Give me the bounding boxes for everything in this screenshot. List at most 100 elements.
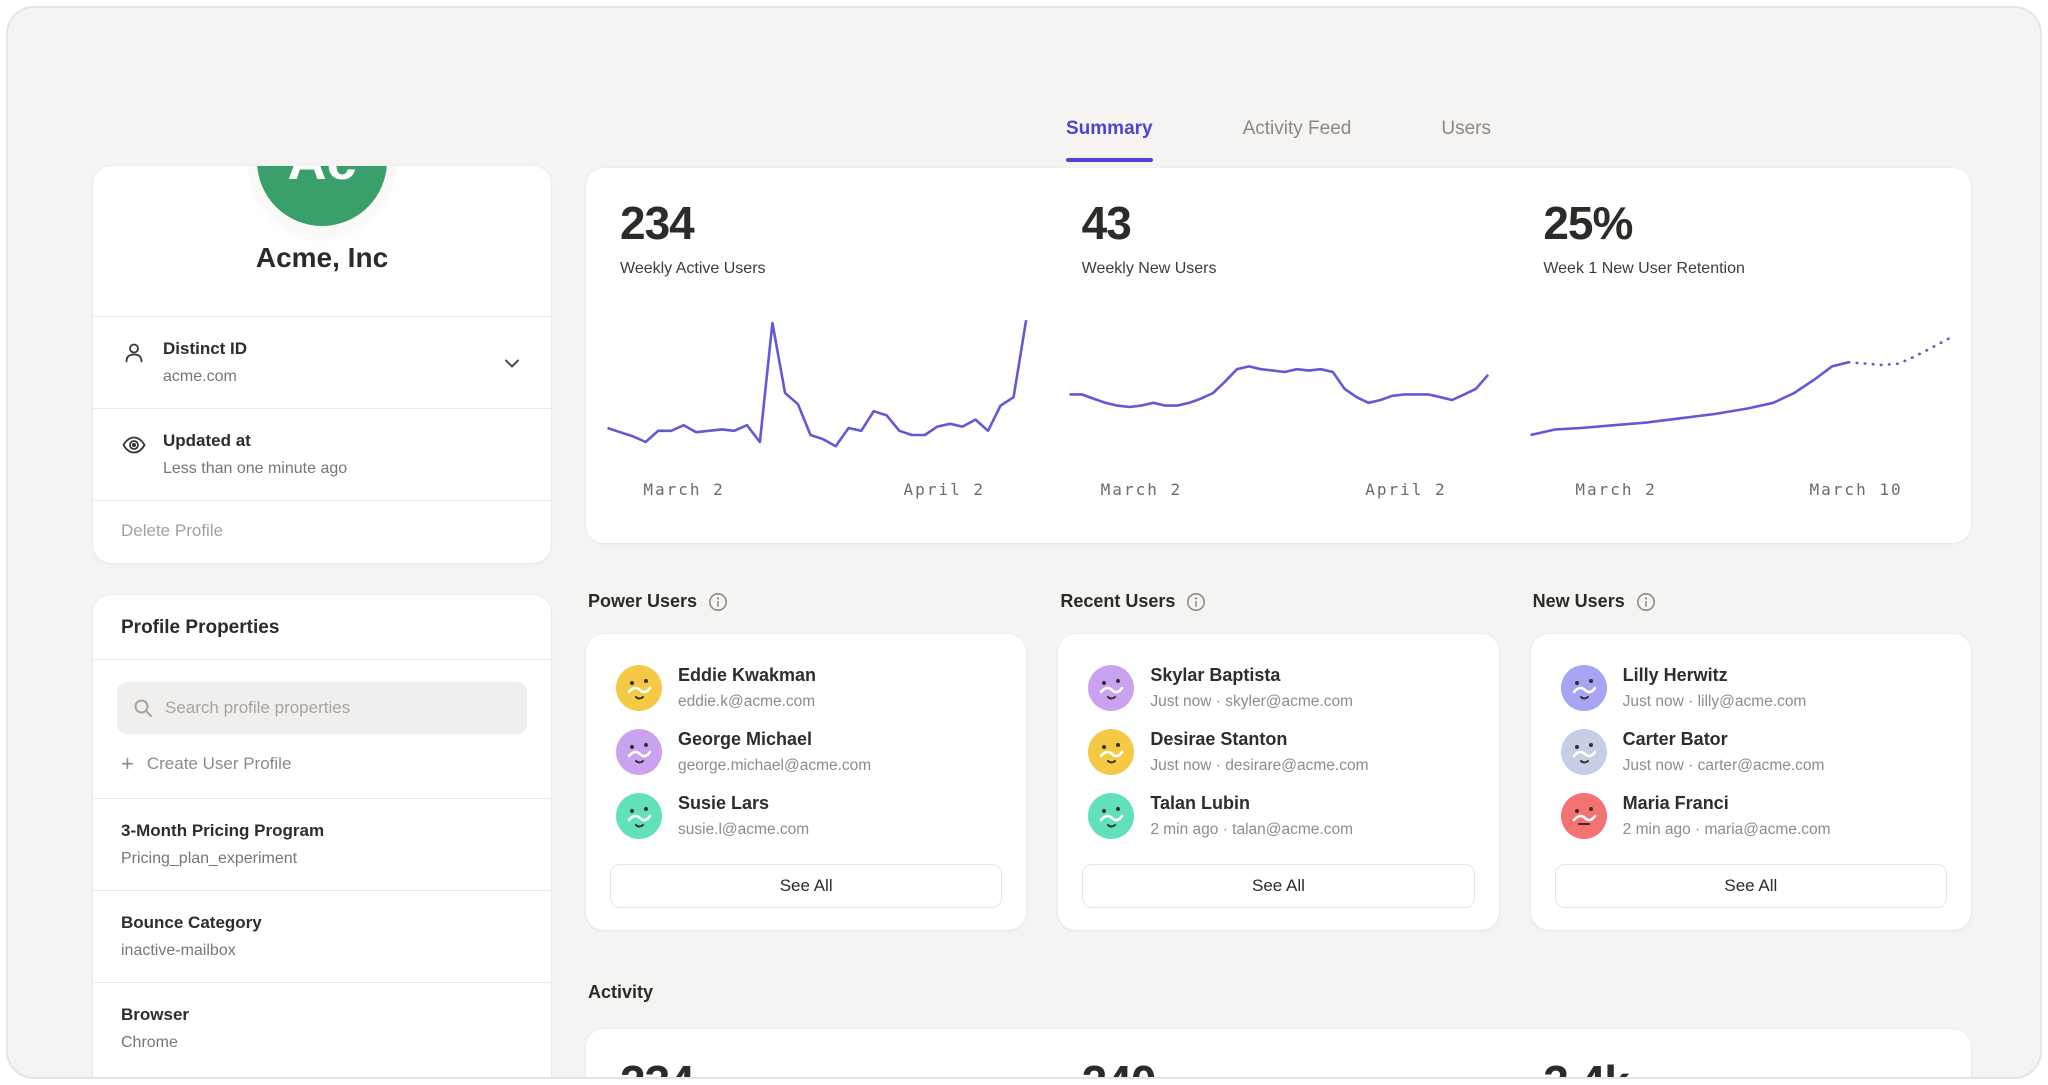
create-user-profile-button[interactable]: + Create User Profile (93, 734, 551, 798)
user-name: Skylar Baptista (1150, 665, 1353, 686)
user-detail: Just now · desirare@acme.com (1150, 757, 1368, 775)
user-row[interactable]: Maria Franci 2 min ago · maria@acme.com (1555, 784, 1947, 848)
tab-activity-feed[interactable]: Activity Feed (1243, 118, 1352, 168)
x-tick-label: April 2 (904, 480, 985, 499)
user-name: George Michael (678, 729, 871, 750)
info-icon[interactable] (708, 592, 728, 612)
user-row[interactable]: George Michael george.michael@acme.com (610, 720, 1002, 784)
stat-label: Weekly New Users (1082, 260, 1510, 278)
weekly-new-users-chart (1062, 306, 1496, 466)
user-detail: 2 min ago · talan@acme.com (1150, 821, 1353, 839)
tab-users[interactable]: Users (1441, 118, 1491, 168)
user-avatar (616, 665, 662, 711)
user-detail: 2 min ago · maria@acme.com (1623, 821, 1831, 839)
info-icon[interactable] (1636, 592, 1656, 612)
x-tick-label: March 2 (643, 480, 724, 499)
delete-profile-button[interactable]: Delete Profile (93, 501, 551, 563)
user-avatar (1561, 793, 1607, 839)
property-name: Bounce Category (121, 913, 523, 933)
profile-properties-title: Profile Properties (93, 595, 551, 659)
user-avatar (1088, 793, 1134, 839)
stat-value: 25% (1543, 200, 1971, 246)
user-avatar (1561, 665, 1607, 711)
user-name: Lilly Herwitz (1623, 665, 1807, 686)
eye-icon (121, 432, 147, 458)
property-value: inactive-mailbox (121, 942, 523, 960)
app-window: Ac Acme, Inc Distinct ID acme.com (6, 6, 2042, 1079)
user-avatar (1088, 665, 1134, 711)
updated-at-label: Updated at (163, 431, 523, 451)
x-tick-label: March 2 (1101, 480, 1182, 499)
property-row: Bounce Category inactive-mailbox (93, 891, 551, 982)
tab-bar: Summary Activity Feed Users (586, 118, 1971, 168)
activity-card: 234 240 3.4k (586, 1029, 1971, 1079)
person-icon (121, 340, 147, 366)
x-tick-label: March 2 (1575, 480, 1656, 499)
summary-card: 234 Weekly Active Users March 2 April 2 … (586, 168, 1971, 543)
stat-weekly-active-users: 234 Weekly Active Users March 2 April 2 (586, 168, 1048, 543)
updated-at-value: Less than one minute ago (163, 460, 523, 478)
updated-at-row: Updated at Less than one minute ago (93, 409, 551, 500)
user-name: Desirae Stanton (1150, 729, 1368, 750)
user-name: Susie Lars (678, 793, 809, 814)
user-row[interactable]: Desirae Stanton Just now · desirare@acme… (1082, 720, 1474, 784)
user-detail: Just now · carter@acme.com (1623, 757, 1825, 775)
active-tab-underline (1066, 158, 1153, 162)
new-users-column: New Users Lilly Herwitz Just now · lilly… (1531, 591, 1971, 930)
search-input[interactable] (165, 698, 511, 718)
new-users-card: Lilly Herwitz Just now · lilly@acme.com … (1531, 634, 1971, 930)
user-name: Maria Franci (1623, 793, 1831, 814)
user-lists-row: Power Users Eddie Kwakman eddie.k@acme.c… (586, 591, 1971, 930)
property-value: Chrome (121, 1034, 523, 1052)
see-all-button[interactable]: See All (610, 864, 1002, 908)
property-row: Browser Chrome (93, 983, 551, 1074)
user-row[interactable]: Carter Bator Just now · carter@acme.com (1555, 720, 1947, 784)
info-icon[interactable] (1186, 592, 1206, 612)
user-row[interactable]: Talan Lubin 2 min ago · talan@acme.com (1082, 784, 1474, 848)
recent-users-title: Recent Users (1060, 591, 1175, 612)
user-avatar (616, 793, 662, 839)
user-detail: george.michael@acme.com (678, 757, 871, 775)
user-row[interactable]: Skylar Baptista Just now · skyler@acme.c… (1082, 656, 1474, 720)
week1-retention-chart (1523, 306, 1957, 466)
tab-summary[interactable]: Summary (1066, 118, 1153, 168)
chevron-down-icon[interactable] (501, 352, 523, 374)
main-content: Summary Activity Feed Users 234 Weekly A… (586, 118, 1971, 1079)
user-detail: Just now · skyler@acme.com (1150, 693, 1353, 711)
distinct-id-value: acme.com (163, 368, 485, 386)
stat-label: Week 1 New User Retention (1543, 260, 1971, 278)
recent-users-column: Recent Users Skylar Baptista Just now · … (1058, 591, 1498, 930)
user-row[interactable]: Susie Lars susie.l@acme.com (610, 784, 1002, 848)
stat-value: 234 (620, 200, 1048, 246)
see-all-button[interactable]: See All (1555, 864, 1947, 908)
property-row: 3-Month Pricing Program Pricing_plan_exp… (93, 799, 551, 890)
new-users-title: New Users (1533, 591, 1625, 612)
search-box[interactable] (117, 682, 527, 734)
x-tick-label: March 10 (1810, 480, 1903, 499)
x-tick-label: April 2 (1365, 480, 1446, 499)
see-all-button[interactable]: See All (1082, 864, 1474, 908)
user-row[interactable]: Lilly Herwitz Just now · lilly@acme.com (1555, 656, 1947, 720)
weekly-active-users-chart (600, 306, 1034, 466)
stat-label: Weekly Active Users (620, 260, 1048, 278)
power-users-card: Eddie Kwakman eddie.k@acme.com George Mi… (586, 634, 1026, 930)
stat-value: 43 (1082, 200, 1510, 246)
profile-avatar-initials: Ac (287, 166, 356, 192)
stat-week1-retention: 25% Week 1 New User Retention March 2 Ma… (1509, 168, 1971, 543)
distinct-id-row[interactable]: Distinct ID acme.com (93, 317, 551, 408)
stat-weekly-new-users: 43 Weekly New Users March 2 April 2 (1048, 168, 1510, 543)
search-icon (133, 698, 153, 718)
divider (93, 659, 551, 660)
profile-card: Ac Acme, Inc Distinct ID acme.com (93, 166, 551, 563)
property-name: 3-Month Pricing Program (121, 821, 523, 841)
distinct-id-label: Distinct ID (163, 339, 485, 359)
user-avatar (1088, 729, 1134, 775)
activity-section-title: Activity (588, 982, 1971, 1003)
activity-stat-value: 240 (1082, 1059, 1510, 1079)
property-name: Browser (121, 1005, 523, 1025)
user-row[interactable]: Eddie Kwakman eddie.k@acme.com (610, 656, 1002, 720)
property-value: Pricing_plan_experiment (121, 850, 523, 868)
user-detail: susie.l@acme.com (678, 821, 809, 839)
user-detail: Just now · lilly@acme.com (1623, 693, 1807, 711)
activity-stat-value: 234 (620, 1059, 1048, 1079)
